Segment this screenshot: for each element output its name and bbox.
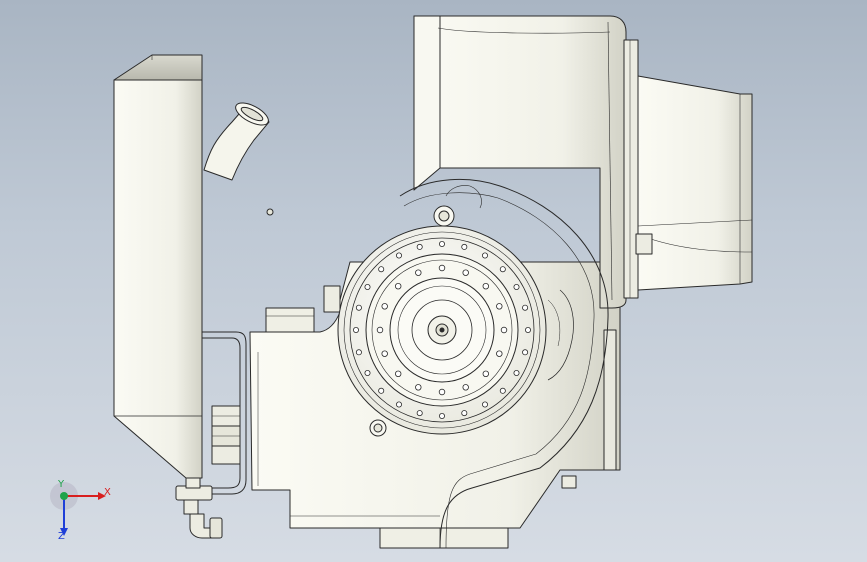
inner-flange-bolt-hole xyxy=(381,303,388,310)
outer-flange-bolt-hole xyxy=(416,243,423,250)
outer-flange-bolt-hole xyxy=(513,283,520,290)
graphics-viewport[interactable]: X Y Z xyxy=(0,0,867,562)
outer-flange-bolt-hole xyxy=(461,410,468,417)
outer-flange-bolt-hole xyxy=(481,401,488,408)
outer-flange-bolt-hole xyxy=(525,326,532,333)
outer-flange-bolt-hole xyxy=(499,266,506,273)
x-axis-label: X xyxy=(104,487,111,498)
outer-flange-bolt-hole xyxy=(378,266,385,273)
outer-flange-bolt-hole xyxy=(364,283,371,290)
inner-flange-bolt-hole xyxy=(395,283,402,290)
pipe-fittings xyxy=(175,477,223,539)
y-axis-marker xyxy=(60,492,68,500)
inner-flange-bolt-hole xyxy=(381,350,388,357)
inner-flange-bolt-hole xyxy=(376,326,384,334)
outer-flange-bolt-hole xyxy=(481,252,488,259)
z-axis-label: Z xyxy=(58,531,65,542)
inner-flange-bolt-hole xyxy=(462,269,469,276)
tank-front-face xyxy=(113,79,203,479)
robot-joint-assembly-model[interactable] xyxy=(0,0,867,562)
y-axis-label: Y xyxy=(58,479,65,490)
tank-top-face xyxy=(113,54,203,81)
inner-flange-bolt-hole xyxy=(500,326,508,334)
inner-flange-bolt-hole xyxy=(496,350,503,357)
inner-flange-bolt-hole xyxy=(438,388,446,396)
inner-flange-bolt-hole xyxy=(438,264,446,272)
drive-motor xyxy=(635,75,753,291)
outer-flange-bolt-hole xyxy=(364,369,371,376)
outer-flange-bolt-hole xyxy=(499,387,506,394)
outer-flange-bolt-hole xyxy=(522,304,529,311)
outer-flange-bolt-hole xyxy=(352,326,359,333)
hex-fittings xyxy=(211,405,241,465)
rotary-joint-reducer xyxy=(337,225,547,435)
inner-flange-bolt-hole xyxy=(395,370,402,377)
outer-flange-bolt-hole xyxy=(513,369,520,376)
inner-flange-bolt-hole xyxy=(415,384,422,391)
inner-flange-bolt-hole xyxy=(462,384,469,391)
outer-flange-bolt-hole xyxy=(395,401,402,408)
coordinate-triad: X Y Z xyxy=(48,479,118,544)
outer-flange-bolt-hole xyxy=(438,412,445,419)
inner-flange-bolt-hole xyxy=(415,269,422,276)
outer-flange-bolt-hole xyxy=(522,349,529,356)
coolant-tank xyxy=(113,54,203,479)
tank-hose xyxy=(203,102,270,181)
outer-flange-bolt-hole xyxy=(355,304,362,311)
inner-flange-bolt-hole xyxy=(496,303,503,310)
outer-flange-bolt-hole xyxy=(416,410,423,417)
outer-flange-bolt-hole xyxy=(461,243,468,250)
outer-flange-bolt-hole xyxy=(438,240,445,247)
outer-flange-bolt-hole xyxy=(355,349,362,356)
inner-flange-bolt-hole xyxy=(482,370,489,377)
outer-flange-bolt-hole xyxy=(395,252,402,259)
inner-flange-bolt-hole xyxy=(482,283,489,290)
outer-flange-bolt-hole xyxy=(378,387,385,394)
